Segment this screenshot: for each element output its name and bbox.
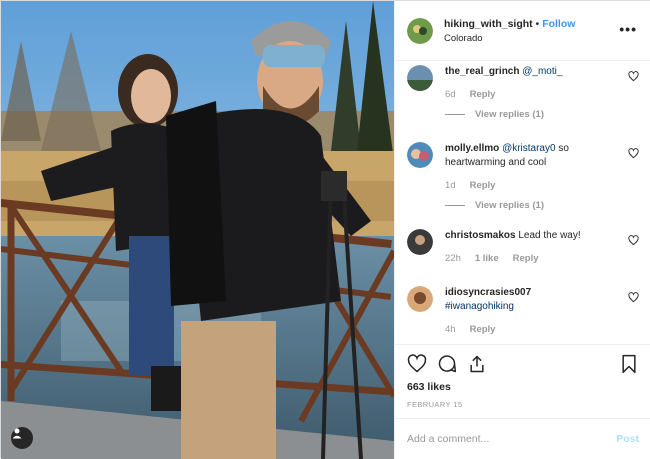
comment-item: christosmakos Lead the way! 22h 1 like R…	[407, 229, 639, 264]
comment-body: Lead the way!	[515, 230, 581, 241]
comment-bubble-icon[interactable]	[437, 354, 457, 374]
heart-icon[interactable]	[407, 354, 427, 374]
comment-meta: 22h 1 like Reply	[445, 253, 639, 264]
comment-text: christosmakos Lead the way!	[445, 229, 615, 243]
comments-list: the_real_grinch @_moti_ 6d Reply View re…	[395, 61, 650, 344]
more-options-button[interactable]: •••	[619, 22, 637, 36]
like-comment-heart-icon[interactable]	[628, 292, 639, 303]
divider-line	[445, 205, 465, 206]
comment-username[interactable]: idiosyncrasies007	[445, 287, 531, 298]
view-replies-label: View replies (1)	[475, 109, 544, 120]
comment-meta: 4h Reply	[445, 324, 639, 335]
author-avatar[interactable]	[407, 17, 433, 44]
comment-meta: 6d Reply	[445, 89, 639, 100]
share-icon[interactable]	[467, 354, 487, 374]
commenter-avatar[interactable]	[407, 65, 433, 91]
author-info: hiking_with_sight • Follow Colorado	[444, 16, 575, 45]
post-actions: 663 likes FEBRUARY 15	[395, 344, 650, 418]
view-replies-label: View replies (1)	[475, 200, 544, 211]
comment-age: 22h	[445, 253, 461, 264]
view-replies-button[interactable]: View replies (1)	[445, 109, 639, 120]
commenter-avatar[interactable]	[407, 142, 433, 168]
comment-age: 6d	[445, 89, 456, 100]
bookmark-icon[interactable]	[619, 354, 639, 374]
commenter-avatar[interactable]	[407, 286, 433, 312]
comment-text: idiosyncrasies007 #iwanagohiking	[445, 286, 615, 314]
author-username[interactable]: hiking_with_sight	[444, 18, 533, 30]
comment-mention[interactable]: @_moti_	[522, 66, 562, 77]
view-replies-button[interactable]: View replies (1)	[445, 200, 639, 211]
commenter-avatar[interactable]	[407, 229, 433, 255]
comment-username[interactable]: christosmakos	[445, 230, 516, 241]
comment-username[interactable]: the_real_grinch	[445, 66, 519, 77]
reply-button[interactable]: Reply	[513, 253, 539, 264]
reply-button[interactable]: Reply	[470, 324, 496, 335]
comment-likes[interactable]: 1 like	[475, 253, 499, 264]
follow-button[interactable]: Follow	[542, 18, 575, 30]
action-icons-row	[407, 353, 639, 375]
reply-button[interactable]: Reply	[470, 89, 496, 100]
comment-meta: 1d Reply	[445, 180, 639, 191]
comment-age: 4h	[445, 324, 456, 335]
tagged-users-button[interactable]	[11, 427, 33, 449]
comment-text: molly.ellmo @kristaray0 so heartwarming …	[445, 142, 615, 170]
comment-item: idiosyncrasies007 #iwanagohiking 4h Repl…	[407, 286, 639, 335]
post-photo[interactable]	[1, 1, 394, 459]
comment-input[interactable]	[407, 433, 587, 445]
separator-dot: •	[535, 19, 540, 30]
post-side-panel: hiking_with_sight • Follow Colorado ••• th…	[394, 1, 650, 459]
comment-username[interactable]: molly.ellmo	[445, 143, 499, 154]
hiking-photo-illustration	[1, 1, 394, 459]
add-comment-bar: Post	[395, 418, 650, 459]
reply-button[interactable]: Reply	[470, 180, 496, 191]
person-icon	[12, 428, 22, 439]
comment-hashtag[interactable]: #iwanagohiking	[445, 301, 514, 312]
like-comment-heart-icon[interactable]	[628, 235, 639, 246]
divider-line	[445, 114, 465, 115]
comment-text: the_real_grinch @_moti_	[445, 65, 615, 79]
like-comment-heart-icon[interactable]	[628, 71, 639, 82]
like-comment-heart-icon[interactable]	[628, 148, 639, 159]
likes-count[interactable]: 663 likes	[407, 381, 639, 393]
post-comment-button[interactable]: Post	[616, 433, 639, 445]
post-header: hiking_with_sight • Follow Colorado •••	[395, 1, 650, 61]
comment-item: the_real_grinch @_moti_ 6d Reply View re…	[407, 65, 639, 120]
post-location[interactable]: Colorado	[444, 32, 575, 45]
comment-item: molly.ellmo @kristaray0 so heartwarming …	[407, 142, 639, 211]
instagram-post: hiking_with_sight • Follow Colorado ••• th…	[0, 0, 650, 459]
post-date: FEBRUARY 15	[407, 400, 463, 409]
comment-age: 1d	[445, 180, 456, 191]
comment-mention[interactable]: @kristaray0	[502, 143, 556, 154]
